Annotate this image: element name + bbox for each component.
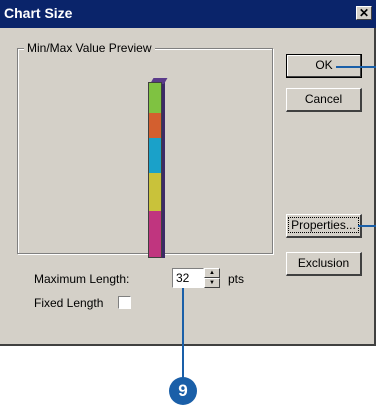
fixed-length-label: Fixed Length — [34, 296, 104, 310]
preview-group-label: Min/Max Value Preview — [24, 41, 155, 55]
properties-button[interactable]: Properties... — [286, 214, 362, 238]
maximum-length-label: Maximum Length: — [34, 272, 130, 286]
preview-group — [17, 48, 273, 254]
callout-line-max-length — [182, 288, 184, 378]
chart-size-dialog: Chart Size ✕ Min/Max Value Preview OK Ca… — [0, 0, 376, 346]
callout-line-ok — [336, 66, 376, 68]
exclusion-button[interactable]: Exclusion — [286, 252, 362, 276]
title-bar[interactable]: Chart Size ✕ — [0, 0, 376, 28]
bar-segment-green — [149, 83, 161, 113]
chart-size-preview-bar — [148, 82, 162, 258]
maximum-length-spinner: ▲ ▼ — [204, 268, 220, 288]
close-icon: ✕ — [358, 6, 370, 20]
callout-number-badge: 9 — [169, 377, 197, 405]
dialog-title: Chart Size — [4, 5, 73, 21]
bar-segment-magenta — [149, 211, 161, 257]
units-label: pts — [228, 272, 245, 286]
close-button[interactable]: ✕ — [356, 6, 372, 20]
bar-segment-orange — [149, 113, 161, 138]
bar-segment-cyan — [149, 138, 161, 173]
maximum-length-input[interactable]: 32 — [172, 268, 204, 288]
properties-button-label: Properties... — [288, 217, 359, 233]
spin-up-button[interactable]: ▲ — [204, 268, 220, 278]
cancel-button[interactable]: Cancel — [286, 88, 362, 112]
bar-side-face — [162, 81, 165, 258]
spin-down-button[interactable]: ▼ — [204, 278, 220, 288]
fixed-length-checkbox[interactable] — [118, 296, 131, 309]
bar-segment-yellow — [149, 173, 161, 211]
callout-line-properties — [358, 225, 376, 227]
